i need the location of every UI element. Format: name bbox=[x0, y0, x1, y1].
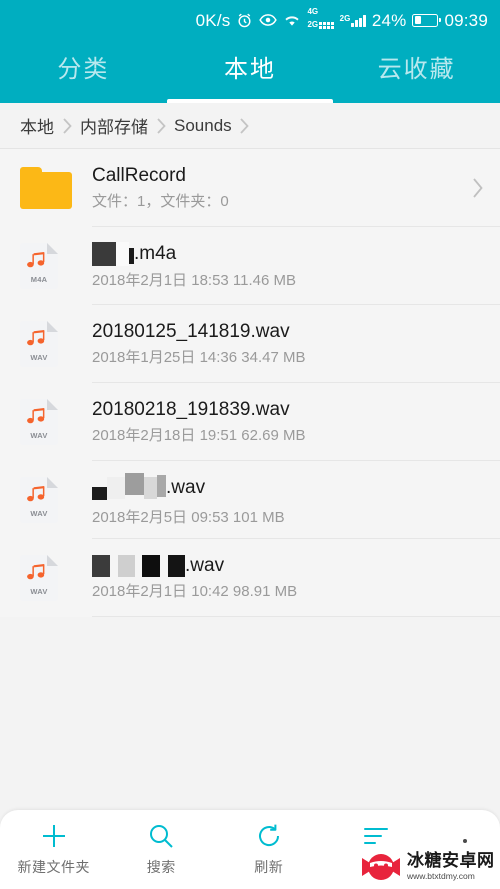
row-divider bbox=[92, 616, 500, 617]
refresh-button[interactable]: 刷新 bbox=[215, 822, 323, 877]
audio-file-icon: WAV bbox=[20, 555, 92, 601]
alarm-clock-icon bbox=[236, 12, 253, 29]
list-item-file[interactable]: WAV .wav 2018年2月1日 10:42 98.91 MB bbox=[0, 539, 500, 617]
sim1-bars-icon bbox=[319, 22, 334, 29]
file-name-suffix: .wav bbox=[166, 476, 206, 498]
battery-percent: 24% bbox=[371, 10, 407, 30]
plus-icon bbox=[39, 822, 69, 850]
watermark: 冰糖安卓网 www.btxtdmy.com bbox=[354, 844, 500, 889]
file-name-suffix: .m4a bbox=[134, 242, 177, 264]
sim2-signal-icon: 2G bbox=[340, 14, 366, 27]
breadcrumb: 本地 内部存储 Sounds bbox=[0, 103, 500, 149]
watermark-url: www.btxtdmy.com bbox=[407, 871, 475, 882]
redaction-block bbox=[92, 555, 110, 578]
folder-meta: 文件：1，文件夹：0 bbox=[92, 192, 229, 210]
breadcrumb-item-local[interactable]: 本地 bbox=[20, 113, 54, 138]
file-ext-label: WAV bbox=[30, 587, 48, 596]
audio-file-icon: M4A bbox=[20, 243, 92, 289]
redaction-block bbox=[107, 477, 125, 500]
status-bar: 0K/s 4G 2G 2G 24% 09:39 bbox=[0, 0, 500, 40]
redaction-block bbox=[92, 242, 116, 267]
file-ext-label: WAV bbox=[30, 353, 48, 362]
redaction-block bbox=[144, 477, 157, 500]
file-list: CallRecord 文件：1，文件夹：0 M4A .m4a 2018年2月1日… bbox=[0, 149, 500, 617]
redaction-block bbox=[116, 242, 129, 267]
new-folder-label: 新建文件夹 bbox=[17, 859, 90, 875]
redaction-block bbox=[157, 475, 166, 498]
tab-local[interactable]: 本地 bbox=[167, 57, 334, 86]
file-meta: 2018年2月1日 10:42 98.91 MB bbox=[92, 583, 298, 601]
list-item-text: .wav 2018年2月5日 09:53 101 MB bbox=[92, 473, 484, 527]
refresh-icon bbox=[255, 822, 283, 850]
file-name: .wav bbox=[92, 554, 484, 578]
candy-gamepad-logo-icon bbox=[360, 851, 402, 883]
file-name: 20180218_191839.wav bbox=[92, 398, 290, 420]
file-name: .wav bbox=[92, 473, 484, 503]
list-item-file[interactable]: WAV 20180218_191839.wav 2018年2月18日 19:51… bbox=[0, 383, 500, 461]
list-item-text: 20180218_191839.wav 2018年2月18日 19:51 62.… bbox=[92, 398, 484, 444]
sim2-bars-icon bbox=[351, 14, 366, 27]
list-item-file[interactable]: WAV 20180125_141819.wav 2018年1月25日 14:36… bbox=[0, 305, 500, 383]
audio-file-icon: WAV bbox=[20, 477, 92, 523]
breadcrumb-item-sounds[interactable]: Sounds bbox=[174, 116, 232, 136]
list-item-text: 20180125_141819.wav 2018年1月25日 14:36 34.… bbox=[92, 320, 484, 366]
breadcrumb-item-internal-storage[interactable]: 内部存储 bbox=[80, 113, 148, 138]
search-label: 搜索 bbox=[146, 859, 176, 875]
file-manager-screen: 0K/s 4G 2G 2G 24% 09:39 分类 本地 云收藏 本地 内部存… bbox=[0, 0, 500, 889]
tab-bar: 分类 本地 云收藏 bbox=[0, 40, 500, 103]
refresh-label: 刷新 bbox=[254, 859, 284, 875]
chevron-right-icon bbox=[148, 117, 174, 135]
list-item-text: .m4a 2018年2月1日 18:53 11.46 MB bbox=[92, 242, 484, 290]
new-folder-button[interactable]: 新建文件夹 bbox=[0, 822, 108, 877]
file-meta: 2018年2月18日 19:51 62.69 MB bbox=[92, 426, 306, 444]
redaction-block bbox=[135, 555, 142, 578]
sim1-signal-icon: 4G 2G bbox=[307, 7, 334, 29]
wifi-icon bbox=[283, 13, 301, 27]
clock: 09:39 bbox=[444, 10, 488, 30]
folder-name: CallRecord bbox=[92, 164, 186, 186]
sim2-gen-label: 2G bbox=[339, 13, 351, 23]
redaction-block bbox=[92, 486, 107, 500]
redaction-block bbox=[118, 555, 135, 578]
redaction-block bbox=[142, 555, 160, 578]
battery-icon bbox=[412, 13, 442, 27]
folder-icon bbox=[20, 167, 92, 209]
file-ext-label: M4A bbox=[30, 275, 48, 284]
sim1-gen2-label: 2G bbox=[307, 19, 319, 29]
list-item-folder[interactable]: CallRecord 文件：1，文件夹：0 bbox=[0, 149, 500, 227]
file-meta: 2018年2月5日 09:53 101 MB bbox=[92, 509, 285, 527]
chevron-right-icon bbox=[54, 117, 80, 135]
list-item-text: .wav 2018年2月1日 10:42 98.91 MB bbox=[92, 555, 484, 601]
file-meta: 2018年1月25日 14:36 34.47 MB bbox=[92, 348, 306, 366]
watermark-name: 冰糖安卓网 bbox=[407, 851, 495, 871]
list-item-file[interactable]: WAV .wav 2018年2月5日 09:53 101 MB bbox=[0, 461, 500, 539]
file-name: 20180125_141819.wav bbox=[92, 320, 290, 342]
redaction-block bbox=[168, 555, 185, 578]
file-name-suffix: .wav bbox=[185, 554, 225, 576]
list-item-text: CallRecord 文件：1，文件夹：0 bbox=[92, 164, 471, 210]
audio-file-icon: WAV bbox=[20, 399, 92, 445]
chevron-right-icon bbox=[232, 117, 258, 135]
file-ext-label: WAV bbox=[30, 431, 48, 440]
file-meta: 2018年2月1日 18:53 11.46 MB bbox=[92, 272, 297, 290]
redaction-block bbox=[125, 473, 144, 496]
audio-file-icon: WAV bbox=[20, 321, 92, 367]
sim1-gen-label: 4G bbox=[307, 6, 319, 16]
tab-cloud-favorites[interactable]: 云收藏 bbox=[333, 57, 500, 86]
tab-category[interactable]: 分类 bbox=[0, 57, 167, 86]
search-button[interactable]: 搜索 bbox=[108, 822, 216, 877]
redaction-block bbox=[160, 555, 168, 578]
tab-indicator bbox=[167, 99, 333, 103]
eye-care-icon bbox=[259, 13, 278, 27]
chevron-right-icon[interactable] bbox=[471, 177, 484, 199]
search-icon bbox=[147, 822, 175, 850]
file-ext-label: WAV bbox=[30, 509, 48, 518]
list-item-file[interactable]: M4A .m4a 2018年2月1日 18:53 11.46 MB bbox=[0, 227, 500, 305]
network-speed: 0K/s bbox=[195, 10, 231, 30]
redaction-block bbox=[110, 555, 118, 578]
file-name: .m4a bbox=[92, 242, 484, 267]
